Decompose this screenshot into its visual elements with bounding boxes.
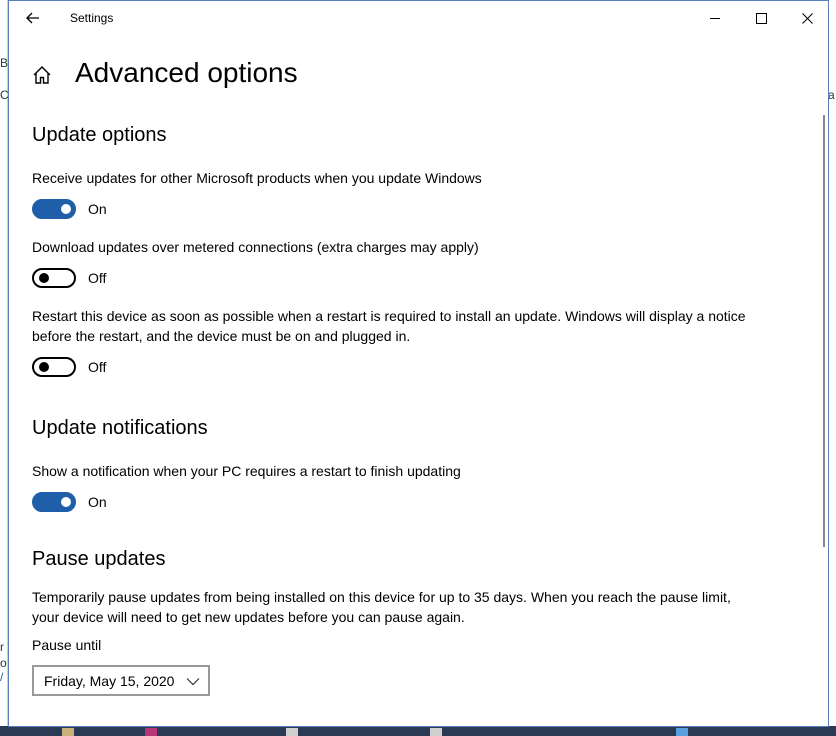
scrollbar[interactable] — [823, 115, 825, 547]
home-button[interactable] — [31, 64, 53, 86]
background-text-fragment: B — [0, 56, 9, 70]
page-header: Advanced options — [9, 35, 828, 115]
toggle-row-metered-connections: Off — [32, 266, 802, 290]
maximize-icon — [755, 12, 767, 24]
page-title: Advanced options — [75, 57, 298, 88]
background-window-left: B C r o / — [0, 0, 9, 728]
window-title: Settings — [70, 11, 114, 25]
minimize-icon — [709, 17, 720, 19]
background-text-fragment: o — [0, 656, 7, 670]
section-title-update-notifications: Update notifications — [32, 417, 208, 439]
setting-label-metered-connections: Download updates over metered connection… — [32, 239, 479, 255]
taskbar-icon[interactable] — [286, 728, 298, 736]
toggle-state-label: Off — [88, 270, 107, 286]
toggle-row-receive-updates: On — [32, 197, 802, 221]
taskbar-icon[interactable] — [676, 728, 688, 736]
setting-label-receive-updates: Receive updates for other Microsoft prod… — [32, 170, 482, 186]
taskbar-icon[interactable] — [430, 728, 442, 736]
settings-window: Settings Advanced options Update options — [8, 0, 829, 727]
home-icon — [33, 66, 51, 84]
taskbar-icon[interactable] — [145, 728, 157, 736]
toggle-knob — [39, 362, 49, 372]
toggle-knob — [39, 273, 49, 283]
taskbar — [0, 726, 836, 736]
background-text-fragment: a — [828, 88, 835, 102]
back-arrow-icon — [26, 12, 39, 24]
toggle-row-restart-device: Off — [32, 355, 802, 379]
restart-device-toggle[interactable] — [32, 357, 76, 377]
taskbar-icon[interactable] — [62, 728, 74, 736]
background-text-fragment: r — [0, 640, 4, 654]
toggle-state-label: On — [88, 201, 107, 217]
section-title-update-options: Update options — [32, 124, 167, 146]
pause-until-dropdown[interactable]: Friday, May 15, 2020 — [32, 665, 210, 696]
pause-updates-description: Temporarily pause updates from being ins… — [32, 587, 802, 627]
metered-connections-toggle[interactable] — [32, 268, 76, 288]
setting-label-restart-device: Restart this device as soon as possible … — [32, 306, 802, 346]
background-text-fragment: / — [0, 670, 4, 684]
description-line: Temporarily pause updates from being ins… — [32, 589, 731, 605]
background-window-right: a — [828, 0, 836, 728]
section-title-pause-updates: Pause updates — [32, 548, 166, 570]
minimize-button[interactable] — [692, 1, 738, 35]
title-bar: Settings — [9, 1, 828, 35]
toggle-state-label: Off — [88, 359, 107, 375]
chevron-down-icon — [186, 678, 200, 686]
description-line: your device will need to get new updates… — [32, 609, 465, 625]
receive-updates-toggle[interactable] — [32, 199, 76, 219]
toggle-knob — [61, 497, 71, 507]
back-button[interactable] — [17, 4, 49, 32]
close-button[interactable] — [784, 1, 828, 35]
maximize-button[interactable] — [738, 1, 784, 35]
pause-until-value: Friday, May 15, 2020 — [44, 672, 175, 689]
pause-until-label: Pause until — [32, 637, 102, 653]
close-icon — [801, 12, 813, 24]
restart-notification-toggle[interactable] — [32, 492, 76, 512]
setting-label-line: before the restart, and the device must … — [32, 328, 411, 344]
setting-label-line: Restart this device as soon as possible … — [32, 308, 746, 324]
toggle-row-restart-notification: On — [32, 490, 802, 514]
toggle-knob — [61, 204, 71, 214]
settings-content: Update options Receive updates for other… — [32, 115, 802, 696]
toggle-state-label: On — [88, 494, 107, 510]
setting-label-restart-notification: Show a notification when your PC require… — [32, 463, 461, 479]
